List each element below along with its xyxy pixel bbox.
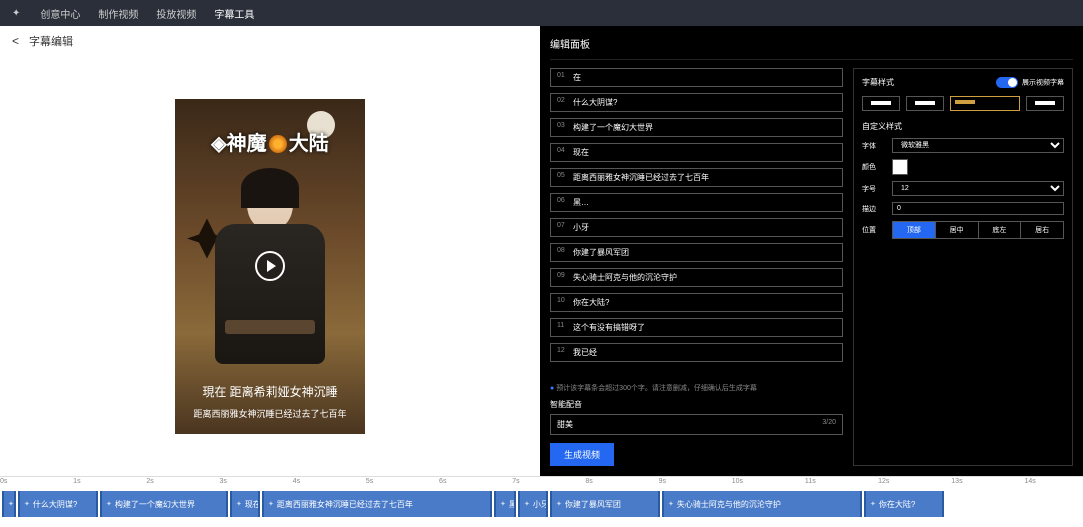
subtitle-line[interactable]: 02什么大阴谋? xyxy=(550,93,843,112)
timeline-clip[interactable]: ✦黑… xyxy=(494,491,516,517)
voice-select[interactable]: 甜美3/20 xyxy=(550,414,843,435)
custom-title: 自定义样式 xyxy=(862,121,1064,132)
generate-button[interactable]: 生成视频 xyxy=(550,443,614,466)
top-nav: ✦ 创意中心 制作视频 投放视频 字幕工具 xyxy=(0,0,1083,26)
subtitle-line[interactable]: 04现在 xyxy=(550,143,843,162)
position-option[interactable]: 顶部 xyxy=(893,222,936,238)
subtitle-line[interactable]: 10你在大陆? xyxy=(550,293,843,312)
subtitle-line[interactable]: 05距离西丽雅女神沉睡已经过去了七百年 xyxy=(550,168,843,187)
position-options: 顶部居中底左居右 xyxy=(892,221,1064,239)
position-option[interactable]: 居右 xyxy=(1021,222,1063,238)
panel-title: 编辑面板 xyxy=(550,32,1073,60)
timeline-clip[interactable]: ✦现在 xyxy=(230,491,260,517)
page-title: 字幕编辑 xyxy=(29,33,73,49)
ruler-tick: 3s xyxy=(220,478,227,485)
ruler-tick: 1s xyxy=(73,478,80,485)
ruler-tick: 10s xyxy=(732,478,743,485)
timeline: 0s 1s 2s 3s 4s 5s 6s 7s 8s 9s 10s 11s 12s 13s 14s ✦在✦什… xyxy=(0,476,1083,527)
subtitle-line[interactable]: 08你建了暴风军团 xyxy=(550,243,843,262)
timeline-clip[interactable]: ✦在 xyxy=(2,491,16,517)
ruler-tick: 0s xyxy=(0,478,7,485)
subtitle-line[interactable]: 12我已经 xyxy=(550,343,843,362)
ruler-tick: 12s xyxy=(878,478,889,485)
subtitle-toggle[interactable]: 展示视频字幕 xyxy=(996,77,1064,88)
ruler-tick: 9s xyxy=(659,478,666,485)
video-preview[interactable]: ◈神魔大陆 現在 距离希莉娅女神沉睡 距离西丽雅女神沉睡已经过去了七百年 xyxy=(175,99,365,434)
style-title: 字幕样式 xyxy=(862,77,894,88)
timeline-clip[interactable]: ✦你在大陆? xyxy=(864,491,944,517)
subtitle-line[interactable]: 07小牙 xyxy=(550,218,843,237)
subtitle-line[interactable]: 01在 xyxy=(550,68,843,87)
timeline-clip[interactable]: ✦小牙 xyxy=(518,491,548,517)
color-swatch[interactable] xyxy=(892,159,908,175)
hint-text: ● 预计该字幕条会超过300个字。请注意删减，仔细确认后生成字幕 xyxy=(550,383,843,393)
right-panel: 编辑面板 01在 02什么大阴谋? 03构建了一个魔幻大世界 04现在 05距离西丽雅女… xyxy=(540,26,1083,476)
logo-icon: ✦ xyxy=(12,8,20,19)
subcaption-overlay: 距离西丽雅女神沉睡已经过去了七百年 xyxy=(175,407,365,420)
main: < 字幕编辑 ◈神魔大陆 現在 距离希莉娅女神沉睡 距离西丽雅女神沉睡已经过去了… xyxy=(0,26,1083,476)
page-header: < 字幕编辑 xyxy=(0,26,540,56)
ruler-tick: 4s xyxy=(293,478,300,485)
subtitle-line[interactable]: 11这个有没有搞错呀了 xyxy=(550,318,843,337)
left-panel: < 字幕编辑 ◈神魔大陆 現在 距离希莉娅女神沉睡 距离西丽雅女神沉睡已经过去了… xyxy=(0,26,540,476)
timeline-clip[interactable]: ✦距离西丽雅女神沉睡已经过去了七百年 xyxy=(262,491,492,517)
ruler-tick: 14s xyxy=(1024,478,1035,485)
nav-item[interactable]: 字幕工具 xyxy=(214,10,254,21)
size-select[interactable]: 12 xyxy=(892,181,1064,196)
ruler-tick: 13s xyxy=(951,478,962,485)
voice-label: 智能配音 xyxy=(550,399,843,410)
subtitle-list: 01在 02什么大阴谋? 03构建了一个魔幻大世界 04现在 05距离西丽雅女神沉睡已经… xyxy=(550,68,843,381)
caption-overlay: 現在 距离希莉娅女神沉睡 xyxy=(175,383,365,400)
style-option[interactable] xyxy=(1026,96,1064,111)
ruler-tick: 11s xyxy=(805,478,816,485)
timeline-clip[interactable]: ✦构建了一个魔幻大世界 xyxy=(100,491,228,517)
style-panel: 字幕样式 展示视频字幕 自定义样式 字体微软雅黑 颜色 字号12 描边 位置顶部… xyxy=(853,68,1073,466)
game-logo: ◈神魔大陆 xyxy=(175,127,365,156)
timeline-clip[interactable]: ✦你建了暴风军团 xyxy=(550,491,660,517)
style-option[interactable] xyxy=(906,96,944,111)
position-option[interactable]: 底左 xyxy=(979,222,1022,238)
timeline-clip[interactable]: ✦失心骑士阿克与他的沉沦守护 xyxy=(662,491,862,517)
nav-item[interactable]: 创意中心 xyxy=(40,10,80,21)
nav-item[interactable]: 制作视频 xyxy=(98,10,138,21)
style-options xyxy=(862,96,1064,111)
timeline-track: ✦在✦什么大阴谋?✦构建了一个魔幻大世界✦现在✦距离西丽雅女神沉睡已经过去了七百… xyxy=(0,491,1083,517)
ruler-tick: 5s xyxy=(366,478,373,485)
font-select[interactable]: 微软雅黑 xyxy=(892,138,1064,153)
preview-area: ◈神魔大陆 現在 距离希莉娅女神沉睡 距离西丽雅女神沉睡已经过去了七百年 xyxy=(0,56,540,476)
subtitle-line[interactable]: 09失心骑士阿克与他的沉沦守护 xyxy=(550,268,843,287)
play-button[interactable] xyxy=(255,251,285,281)
ruler-tick: 8s xyxy=(585,478,592,485)
stroke-input[interactable] xyxy=(892,202,1064,215)
subtitle-line[interactable]: 03构建了一个魔幻大世界 xyxy=(550,118,843,137)
ruler-tick: 7s xyxy=(512,478,519,485)
style-option[interactable] xyxy=(950,96,1020,111)
timeline-ruler: 0s 1s 2s 3s 4s 5s 6s 7s 8s 9s 10s 11s 12s 13s 14s xyxy=(0,477,1083,491)
subtitle-line[interactable]: 06黑… xyxy=(550,193,843,212)
ruler-tick: 2s xyxy=(146,478,153,485)
position-option[interactable]: 居中 xyxy=(936,222,979,238)
style-option[interactable] xyxy=(862,96,900,111)
back-button[interactable]: < xyxy=(12,34,19,48)
ruler-tick: 6s xyxy=(439,478,446,485)
timeline-clip[interactable]: ✦什么大阴谋? xyxy=(18,491,98,517)
nav-item[interactable]: 投放视频 xyxy=(156,10,196,21)
